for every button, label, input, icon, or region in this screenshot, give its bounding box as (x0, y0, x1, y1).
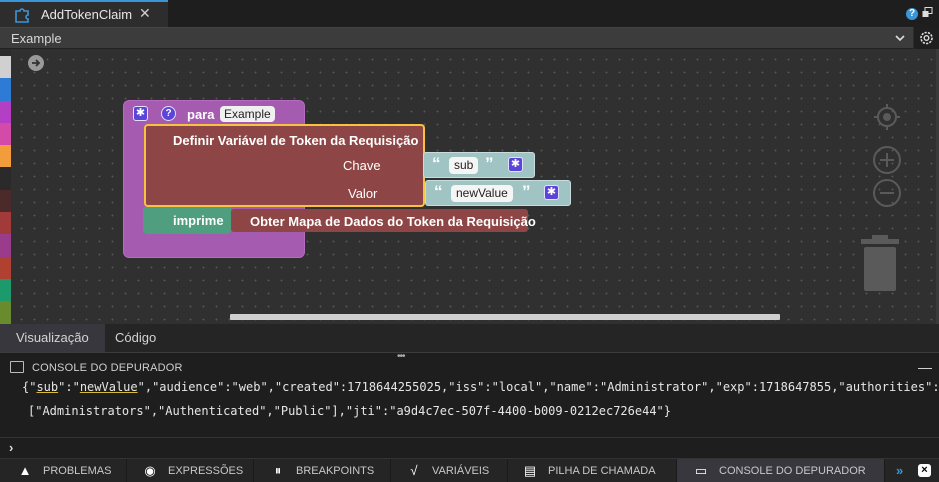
prompt-chevron-icon: › (9, 440, 14, 455)
tab-addtokenclaim[interactable]: AddTokenClaim ✕ (0, 0, 168, 27)
palette-category-3[interactable] (0, 122, 11, 146)
quote-open: “ (432, 154, 441, 173)
view-tabs: Visualização Código (0, 324, 939, 352)
zoom-out-icon[interactable] (872, 178, 902, 208)
palette-category-7[interactable] (0, 212, 11, 235)
value-string-field[interactable]: newValue (451, 185, 513, 202)
zoom-in-icon[interactable] (872, 145, 902, 175)
palette-category-5[interactable] (0, 167, 11, 190)
block-category-palette[interactable] (0, 56, 11, 346)
minimize-icon[interactable]: — (918, 359, 932, 375)
function-gear-icon[interactable]: ✱ (133, 106, 148, 121)
eye-icon: ◉ (144, 462, 156, 478)
warning-icon: ▲ (18, 463, 32, 478)
restore-window-icon[interactable] (922, 7, 933, 18)
tab-codigo[interactable]: Código (99, 324, 172, 352)
key-string-block[interactable]: “ sub ” ✱ (423, 152, 535, 178)
help-icon[interactable]: ? (906, 8, 918, 20)
value-string-block[interactable]: “ newValue ” ✱ (425, 180, 571, 206)
key-label: Chave (343, 158, 381, 173)
tab-breakpoints[interactable]: ⏸ BREAKPOINTS (254, 459, 391, 482)
quote-open: “ (434, 182, 443, 201)
console-title: CONSOLE DO DEPURADOR (32, 362, 183, 374)
console-output-line-2: ["Administrators","Authenticated","Publi… (28, 404, 671, 418)
gear-icon (920, 31, 933, 45)
palette-category-2[interactable] (0, 100, 11, 123)
recenter-icon[interactable] (873, 103, 901, 131)
trash-icon[interactable] (861, 235, 899, 293)
map-block-label: Obter Mapa de Dados do Token da Requisiç… (250, 214, 536, 229)
set-block-title: Definir Variável de Token da Requisição (173, 133, 419, 148)
pause-icon: ⏸ (274, 462, 282, 478)
arrow-right-icon[interactable] (28, 55, 44, 71)
palette-category-6[interactable] (0, 189, 11, 213)
blockly-workspace[interactable]: ✱ ? para Example Definir Variável de Tok… (11, 49, 939, 324)
palette-category-8[interactable] (0, 234, 11, 257)
key-gear-icon[interactable]: ✱ (508, 157, 523, 172)
palette-category-9[interactable] (0, 256, 11, 279)
more-tabs-icon[interactable]: » (896, 463, 903, 478)
sqrt-x-icon: √ (410, 463, 418, 478)
settings-button[interactable] (914, 27, 939, 49)
console-icon (10, 361, 24, 373)
palette-category-0[interactable] (0, 56, 11, 79)
tab-problemas[interactable]: ▲ PROBLEMAS (0, 459, 127, 482)
puzzle-icon (15, 8, 29, 23)
stack-icon: ▤ (523, 462, 537, 478)
key-string-field[interactable]: sub (449, 157, 479, 174)
function-name-field[interactable]: Example (220, 106, 275, 122)
workspace-horizontal-scrollbar[interactable] (230, 314, 780, 320)
tab-console-do-depurador[interactable]: ▭ CONSOLE DO DEPURADOR (677, 459, 885, 482)
chevron-down-icon (895, 35, 905, 42)
value-label: Valor (348, 186, 378, 201)
function-label: para (187, 107, 215, 122)
palette-category-10[interactable] (0, 278, 11, 302)
debug-console: ••• CONSOLE DO DEPURADOR — {"sub":"newVa… (0, 351, 939, 459)
console-input[interactable]: › (0, 437, 939, 459)
tab-expressoes[interactable]: ◉ EXPRESSÕES (127, 459, 254, 482)
palette-category-11[interactable] (0, 301, 11, 324)
quote-close: ” (485, 154, 494, 173)
console-header: CONSOLE DO DEPURADOR — (0, 359, 939, 377)
quote-close: ” (522, 182, 531, 201)
tab-close-icon[interactable]: ✕ (139, 5, 151, 22)
close-panel-icon[interactable]: × (918, 464, 931, 477)
print-label: imprime (173, 213, 224, 228)
function-select-value: Example (11, 31, 62, 46)
tab-visualizacao[interactable]: Visualização (0, 324, 105, 352)
bottom-panel-tabs: ▲ PROBLEMAS ◉ EXPRESSÕES ⏸ BREAKPOINTS √ VAR… (0, 458, 939, 482)
tab-pilha-de-chamada[interactable]: ▤ PILHA DE CHAMADA (508, 459, 677, 482)
function-help-icon[interactable]: ? (161, 106, 176, 121)
console-icon: ▭ (694, 462, 708, 478)
value-gear-icon[interactable]: ✱ (544, 185, 559, 200)
editor-tab-bar: AddTokenClaim ✕ ? (0, 0, 939, 27)
function-select[interactable]: Example (0, 27, 913, 49)
palette-category-4[interactable] (0, 145, 11, 168)
tab-title: AddTokenClaim (41, 7, 133, 22)
console-output-line-1: {"sub":"newValue","audience":"web","crea… (22, 380, 939, 394)
palette-category-1[interactable] (0, 78, 11, 101)
tab-variaveis[interactable]: √ VARIÁVEIS (391, 459, 508, 482)
